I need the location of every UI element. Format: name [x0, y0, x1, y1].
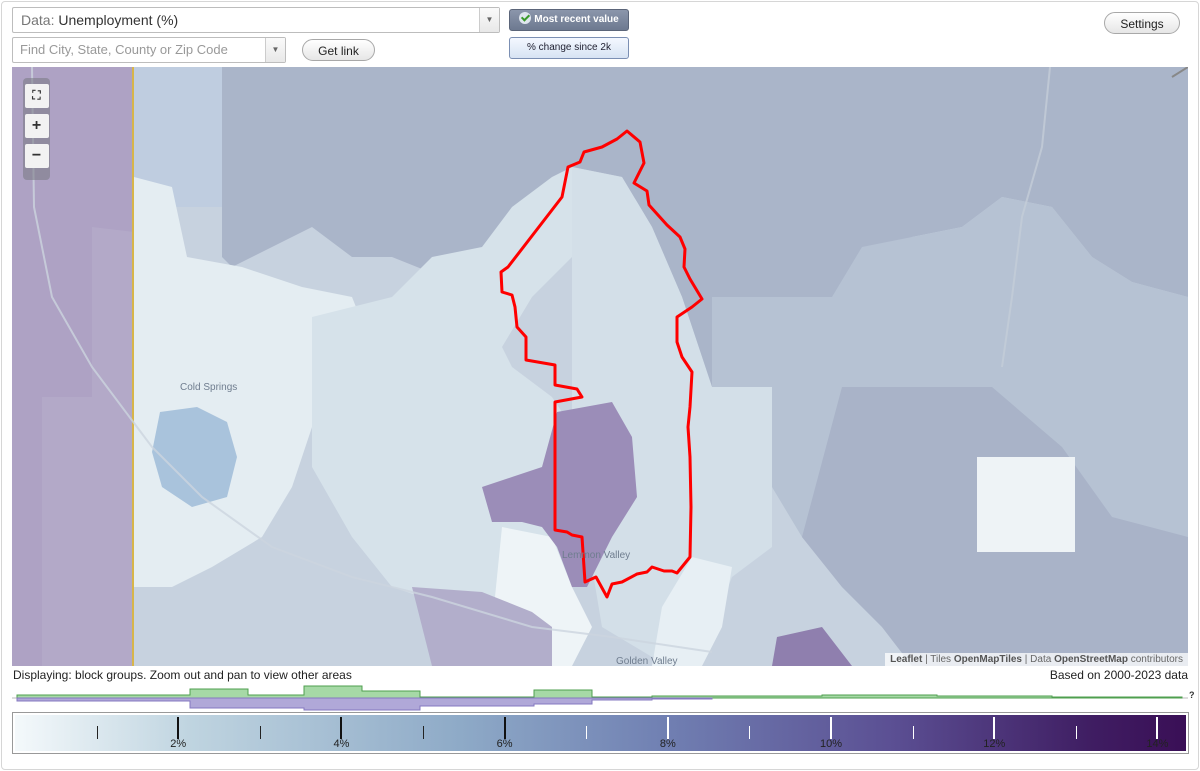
data-select[interactable]: Data: Unemployment (%) ▼: [12, 7, 500, 33]
place-label: Lemmon Valley: [562, 550, 631, 561]
zoom-in-button[interactable]: +: [24, 114, 49, 138]
legend-major-tick: [993, 717, 996, 739]
data-range-note: Based on 2000-2023 data: [1049, 668, 1188, 682]
legend-tick-label: 6%: [496, 738, 513, 750]
legend-major-tick: [666, 717, 669, 739]
tiles-link[interactable]: OpenMapTiles: [954, 654, 1022, 665]
pct-change-button[interactable]: % change since 2k: [509, 37, 629, 59]
legend-minor-tick: [586, 726, 588, 739]
place-label: Golden Valley: [616, 656, 678, 666]
location-search-input[interactable]: [20, 42, 265, 57]
zoom-out-button[interactable]: −: [24, 144, 49, 168]
legend-minor-tick: [749, 726, 751, 739]
map-attribution: Leaflet | Tiles OpenMapTiles | Data Open…: [885, 653, 1188, 666]
legend-gradient: 2% 4% 6% 8% 10% 12% 14%: [15, 715, 1186, 751]
legend-major-tick: [830, 717, 833, 739]
map-canvas: [12, 67, 1188, 666]
legend-tick-label: 10%: [820, 738, 843, 750]
leaflet-link[interactable]: Leaflet: [890, 654, 922, 665]
legend-major-tick: [177, 717, 180, 739]
display-status: Displaying: block groups. Zoom out and p…: [13, 668, 352, 682]
place-label: Cold Springs: [180, 382, 238, 393]
legend-minor-tick: [423, 726, 424, 739]
zoom-control: ⛶ + −: [23, 78, 50, 180]
legend-minor-tick: [96, 726, 98, 739]
legend-major-tick: [340, 717, 343, 739]
osm-link[interactable]: OpenStreetMap: [1054, 654, 1128, 665]
legend-minor-tick: [259, 726, 261, 739]
distribution-histogram: [12, 685, 1188, 711]
location-search[interactable]: ▼: [12, 37, 286, 63]
chevron-down-icon[interactable]: ▼: [265, 38, 285, 62]
map-view[interactable]: ⛶ + − Cold Springs Lemmon Valley Golden …: [12, 67, 1188, 666]
legend-minor-tick: [912, 726, 914, 739]
legend-minor-tick: [1075, 726, 1077, 739]
legend-tick-label: 14%: [1146, 738, 1169, 750]
legend-major-tick: [1156, 717, 1159, 739]
legend-tick-label: 2%: [170, 738, 187, 750]
settings-button[interactable]: Settings: [1104, 12, 1180, 34]
chevron-down-icon[interactable]: ▼: [479, 8, 499, 32]
legend-tick-label: 8%: [659, 738, 676, 750]
color-legend: 2% 4% 6% 8% 10% 12% 14%: [12, 712, 1189, 754]
check-icon: [519, 12, 532, 24]
help-icon[interactable]: ?: [1189, 690, 1195, 700]
most-recent-value-button[interactable]: Most recent value: [509, 9, 629, 31]
legend-tick-label: 4%: [333, 738, 350, 750]
legend-tick-label: 12%: [983, 738, 1006, 750]
data-select-label: Data: Unemployment (%): [21, 12, 179, 28]
get-link-button[interactable]: Get link: [302, 39, 375, 61]
fullscreen-icon[interactable]: ⛶: [24, 84, 49, 108]
legend-major-tick: [503, 717, 506, 739]
